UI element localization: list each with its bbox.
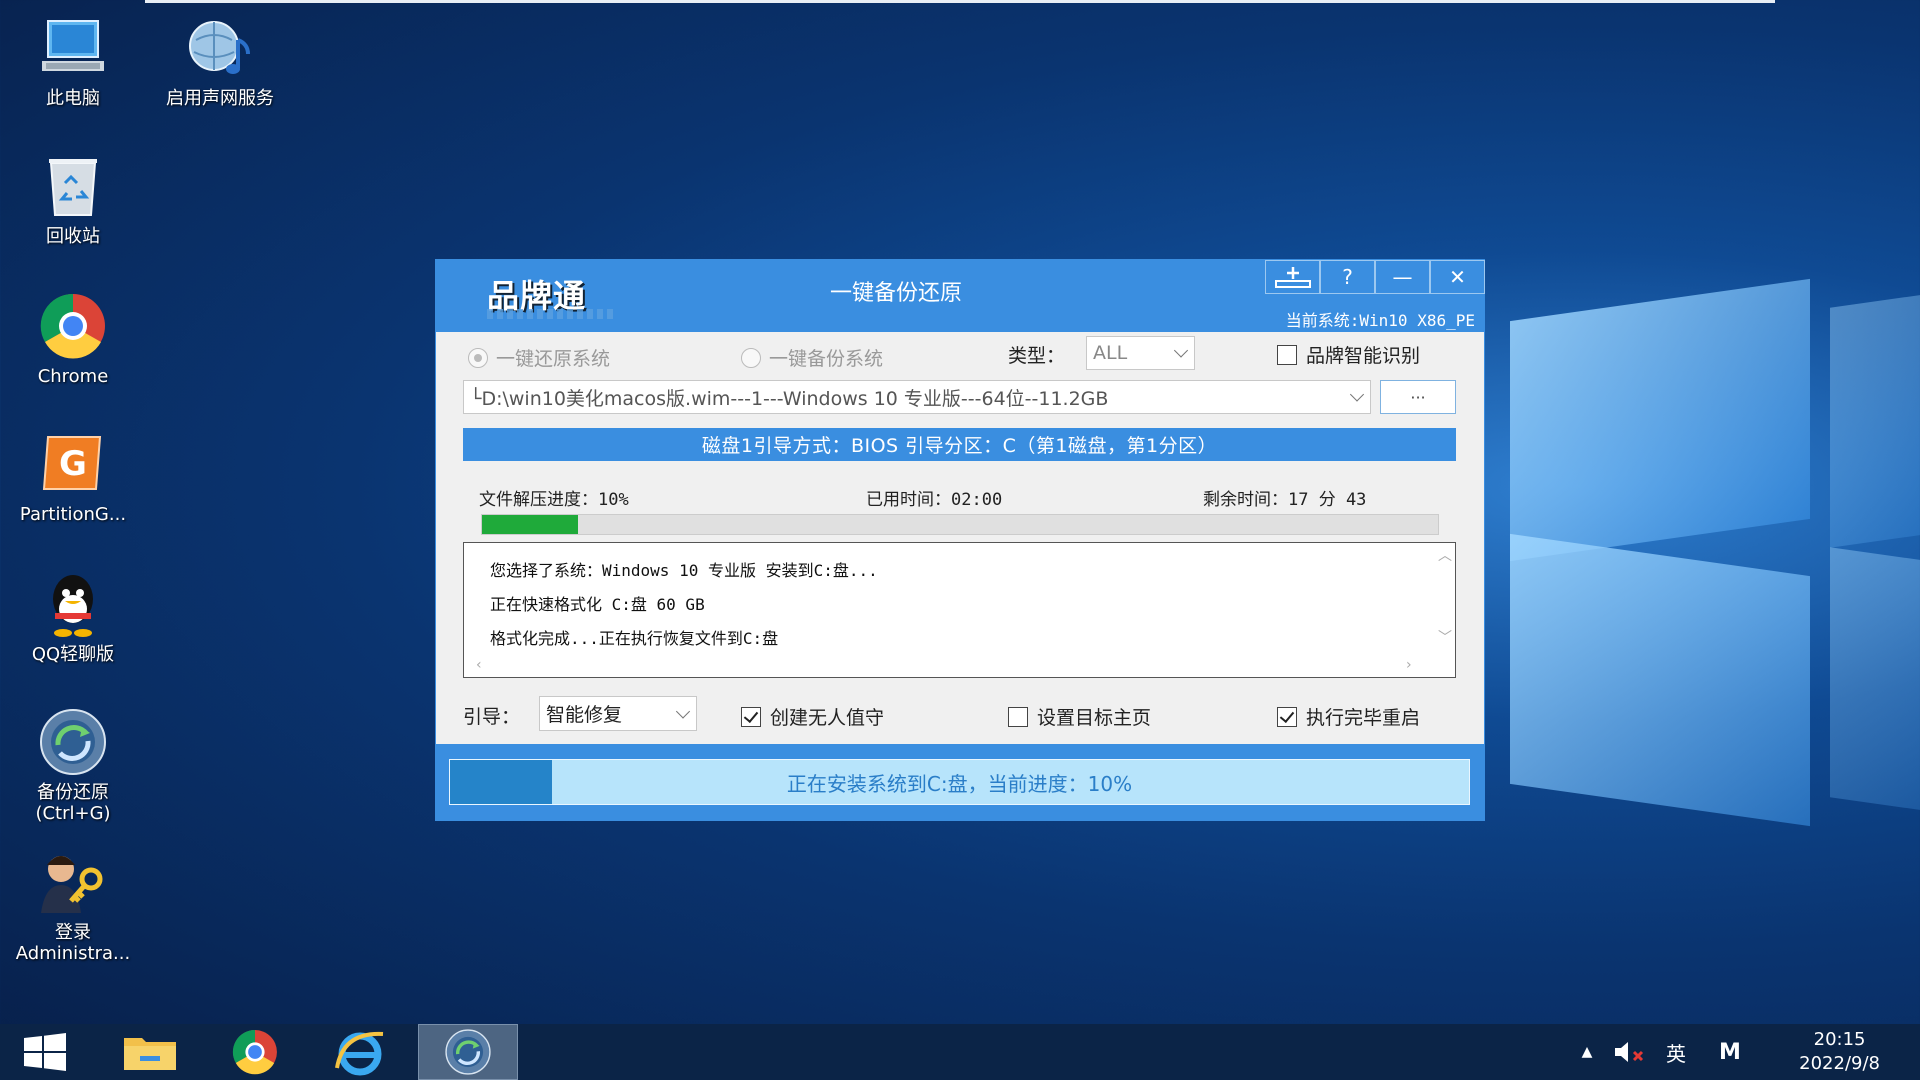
desktop-icon-this-pc[interactable]: 此电脑 xyxy=(3,12,143,109)
globe-music-icon xyxy=(184,12,256,84)
taskbar-chrome[interactable] xyxy=(205,1024,305,1080)
start-icon xyxy=(24,1033,66,1071)
unattended-label: 创建无人值守 xyxy=(770,707,885,729)
minimize-button[interactable]: — xyxy=(1375,260,1430,294)
desktop-icon-qq[interactable]: QQ轻聊版 xyxy=(3,568,143,665)
svg-text:G: G xyxy=(59,444,87,484)
file-explorer-icon xyxy=(124,1038,176,1070)
extract-progress-bar xyxy=(481,514,1439,535)
restore-mode-label: 一键还原系统 xyxy=(496,348,611,370)
desktop-icon-login-admin[interactable]: 登录 Administra... xyxy=(3,846,143,964)
taskbar-clock[interactable]: 20:15 2022/9/8 xyxy=(1799,1028,1880,1076)
pin-button[interactable] xyxy=(1265,260,1320,294)
remaining-time-text: 剩余时间：17 分 43 xyxy=(1203,490,1367,510)
log-horizontal-scrollbar[interactable]: ‹ › xyxy=(464,655,1435,677)
chevron-down-icon xyxy=(1173,343,1189,358)
clock-date: 2022/9/8 xyxy=(1799,1053,1880,1074)
unattended-checkbox[interactable]: 创建无人值守 xyxy=(741,703,884,730)
desktop-icon-partitionguru[interactable]: G PartitionG... xyxy=(3,428,143,525)
extract-progress-text: 文件解压进度：10% xyxy=(479,490,629,510)
pin-icon xyxy=(1274,267,1311,288)
desktop-icon-recycle-bin[interactable]: 回收站 xyxy=(3,150,143,247)
help-button[interactable]: ? xyxy=(1320,260,1375,294)
scroll-up-icon[interactable]: ︿ xyxy=(1438,545,1452,565)
type-label: 类型： xyxy=(1008,345,1066,367)
reboot-checkbox[interactable]: 执行完毕重启 xyxy=(1277,703,1420,730)
close-button[interactable]: ✕ xyxy=(1430,260,1485,294)
checkbox-unchecked-icon xyxy=(1277,344,1297,365)
chevron-down-icon xyxy=(1349,387,1365,402)
reboot-label: 执行完毕重启 xyxy=(1306,707,1421,729)
log-vertical-scrollbar[interactable]: ︿ ﹀ xyxy=(1433,543,1455,655)
log-line: 格式化完成...正在执行恢复文件到C:盘 xyxy=(490,629,779,648)
brand-detect-label: 品牌智能识别 xyxy=(1306,345,1421,367)
brand-detect-checkbox[interactable]: 品牌智能识别 xyxy=(1277,341,1420,368)
backup-mode-radio[interactable]: 一键备份系统 xyxy=(741,344,883,371)
log-line: 您选择了系统：Windows 10 专业版 安装到C:盘... xyxy=(490,561,878,580)
taskbar: ▲ 英 M 20:15 2022/9/8 xyxy=(0,1024,1920,1080)
checkbox-checked-icon xyxy=(741,706,761,727)
current-system-label: 当前系统:Win10 X86_PE xyxy=(1285,311,1475,330)
brand-logo: 品牌通 xyxy=(487,271,617,319)
recycle-bin-icon xyxy=(37,150,109,222)
desktop-icon-voice-service[interactable]: 启用声网服务 xyxy=(150,12,290,109)
radio-selected-icon xyxy=(468,347,488,368)
start-button[interactable] xyxy=(0,1024,90,1080)
window-title: 一键备份还原 xyxy=(830,281,963,306)
desktop-icon-backup-restore[interactable]: 备份还原 (Ctrl+G) xyxy=(3,706,143,824)
backup-mode-label: 一键备份系统 xyxy=(769,348,884,370)
window-footer: 正在安装系统到C:盘，当前进度：10% xyxy=(435,744,1485,821)
desktop-icon-chrome[interactable]: Chrome xyxy=(3,290,143,387)
image-path-value: └D:\win10美化macos版.wim---1---Windows 10 专… xyxy=(470,387,1109,410)
scroll-left-icon[interactable]: ‹ xyxy=(476,657,482,673)
extract-progress-fill xyxy=(482,515,578,534)
image-path-select[interactable]: └D:\win10美化macos版.wim---1---Windows 10 专… xyxy=(463,380,1371,414)
top-edge-line xyxy=(145,0,1775,3)
install-log[interactable]: 您选择了系统：Windows 10 专业版 安装到C:盘... 正在快速格式化 … xyxy=(463,542,1456,678)
log-line: 正在快速格式化 C:盘 60 GB xyxy=(490,595,705,614)
window-body: 一键还原系统 一键备份系统 类型： ALL 品牌智能识别 └D:\win10美化… xyxy=(436,332,1484,744)
backup-restore-icon xyxy=(445,1029,491,1075)
taskbar-file-explorer[interactable] xyxy=(100,1024,200,1080)
qq-icon xyxy=(37,568,109,640)
clock-time: 20:15 xyxy=(1813,1029,1866,1050)
ime-mode-button[interactable]: M xyxy=(1710,1024,1750,1080)
partitionguru-icon: G xyxy=(37,428,109,500)
boot-select[interactable]: 智能修复 xyxy=(539,696,697,731)
chevron-down-icon xyxy=(675,703,691,719)
scroll-down-icon[interactable]: ﹀ xyxy=(1438,627,1452,647)
computer-icon xyxy=(37,12,109,84)
disk-info-bar: 磁盘1引导方式：BIOS 引导分区：C（第1磁盘，第1分区） xyxy=(463,428,1456,461)
checkbox-checked-icon xyxy=(1277,706,1297,727)
ime-language-button[interactable]: 英 xyxy=(1656,1024,1696,1080)
restore-mode-radio[interactable]: 一键还原系统 xyxy=(468,344,610,371)
browse-button[interactable]: ··· xyxy=(1380,380,1456,414)
set-homepage-checkbox[interactable]: 设置目标主页 xyxy=(1008,703,1151,730)
scroll-right-icon[interactable]: › xyxy=(1406,657,1412,673)
backup-restore-window: 品牌通 一键备份还原 ? — ✕ 当前系统:Win10 X86_PE 一键还原系… xyxy=(435,259,1485,821)
type-select[interactable]: ALL xyxy=(1086,336,1195,370)
volume-button[interactable] xyxy=(1608,1024,1652,1080)
login-admin-icon xyxy=(37,846,109,918)
window-titlebar[interactable]: 品牌通 一键备份还原 ? — ✕ 当前系统:Win10 X86_PE xyxy=(435,259,1485,332)
set-homepage-label: 设置目标主页 xyxy=(1037,707,1152,729)
backup-restore-icon xyxy=(37,706,109,778)
checkbox-unchecked-icon xyxy=(1008,706,1028,727)
boot-label: 引导： xyxy=(463,706,521,728)
tray-overflow-button[interactable]: ▲ xyxy=(1572,1024,1602,1080)
chrome-icon xyxy=(37,290,109,362)
chrome-icon xyxy=(232,1030,277,1075)
volume-muted-icon xyxy=(1615,1042,1644,1062)
ie-icon xyxy=(335,1031,384,1076)
boot-value: 智能修复 xyxy=(546,704,623,726)
taskbar-backup-restore[interactable] xyxy=(418,1024,518,1080)
install-progress-bar: 正在安装系统到C:盘，当前进度：10% xyxy=(449,759,1470,805)
type-value: ALL xyxy=(1093,342,1128,364)
elapsed-time-text: 已用时间：02:00 xyxy=(866,490,1003,510)
install-progress-text: 正在安装系统到C:盘，当前进度：10% xyxy=(786,771,1133,796)
taskbar-internet-explorer[interactable] xyxy=(310,1024,410,1080)
radio-unselected-icon xyxy=(741,347,761,368)
